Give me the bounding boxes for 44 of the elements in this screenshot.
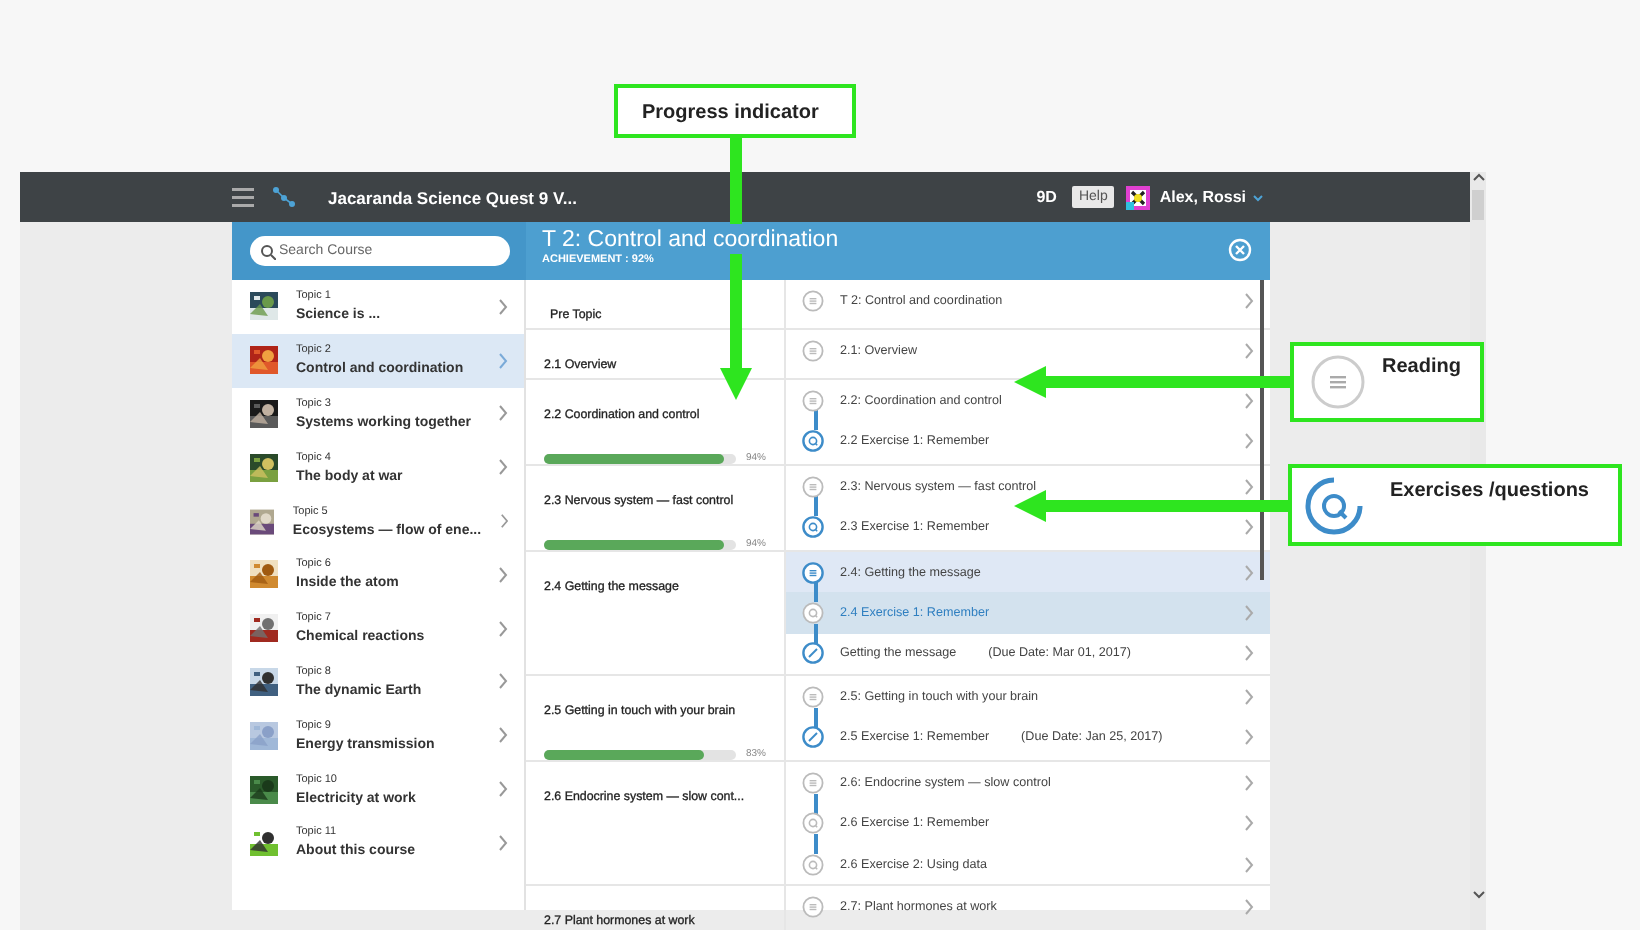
chevron-icon — [498, 458, 508, 477]
chevron-icon — [1244, 391, 1254, 410]
chevron-icon — [498, 619, 508, 638]
chevron-icon — [498, 404, 508, 423]
chevron-icon — [1244, 477, 1254, 496]
chevron-icon — [1244, 291, 1254, 310]
close-icon[interactable] — [1228, 238, 1252, 262]
chevron-icon — [1244, 604, 1254, 623]
caret-icon[interactable] — [1252, 193, 1264, 201]
chevron-icon — [1244, 432, 1254, 451]
chevron-icon — [1244, 898, 1254, 917]
chevron-icon — [1244, 687, 1254, 706]
chevron-icon — [498, 833, 508, 852]
chevron-icon — [1244, 728, 1254, 747]
chevron-icon — [498, 297, 508, 316]
search-icon — [259, 243, 275, 259]
chevron-icon — [1244, 644, 1254, 663]
user-name[interactable]: Alex, Rossi — [1159, 188, 1246, 206]
menu-icon[interactable] — [232, 186, 254, 208]
chevron-icon — [1244, 773, 1254, 792]
course-title: Jacaranda Science Quest 9 V... — [328, 187, 577, 207]
exercise-icon — [1304, 476, 1364, 536]
chevron-icon — [498, 351, 508, 370]
scroll-up-icon[interactable] — [1471, 172, 1485, 182]
reading-icon — [1310, 354, 1366, 410]
scrollbar-thumb[interactable] — [1260, 280, 1264, 580]
scroll-down-icon[interactable] — [1471, 890, 1485, 900]
network-icon[interactable] — [272, 186, 296, 208]
chevron-icon — [1244, 518, 1254, 537]
chevron-icon — [498, 726, 508, 745]
chevron-icon — [1244, 563, 1254, 582]
chevron-icon — [498, 672, 508, 691]
scrollbar-thumb[interactable] — [1472, 190, 1484, 220]
chevron-icon — [1244, 855, 1254, 874]
chevron-icon — [1244, 814, 1254, 833]
class-label: 9D — [1036, 188, 1057, 206]
chevron-icon — [1244, 341, 1254, 360]
callout-label: Exercises /questions — [1390, 480, 1589, 506]
chevron-icon — [498, 565, 508, 584]
callout-label: Reading — [1382, 356, 1461, 382]
callout-label: Progress indicator — [642, 102, 819, 128]
chevron-icon — [498, 780, 508, 799]
chevron-icon — [499, 512, 508, 531]
topic-heading: T 2: Control and coordination — [542, 228, 841, 252]
